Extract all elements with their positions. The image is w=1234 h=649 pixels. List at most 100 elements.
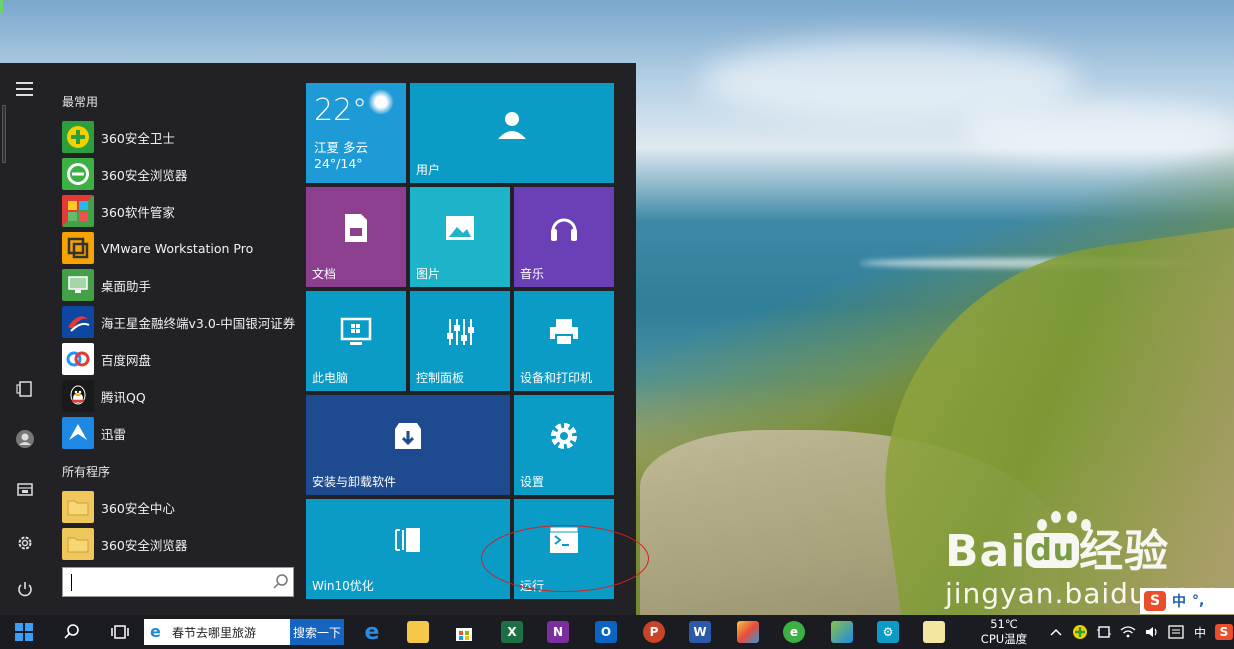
tray-360-icon[interactable] [1070,615,1090,649]
address-bar-text: 春节去哪里旅游 [172,625,257,640]
taskbar-360-browser[interactable]: e [774,615,814,649]
ime-mode-chinese[interactable]: 中 [1172,591,1186,611]
pictures-tile-label: 图片 [416,267,441,281]
user-avatar-icon[interactable] [15,429,35,449]
cpu-temperature-widget[interactable]: 51℃ CPU温度 [975,617,1033,649]
app-vmware-workstation[interactable]: VMware Workstation Pro [62,231,298,265]
tray-ime-indicator[interactable]: 中 [1190,615,1210,649]
taskbar-onenote[interactable]: N [538,615,578,649]
hamburger-menu-icon[interactable] [15,79,35,99]
tray-sogou-icon[interactable]: S [1214,615,1234,649]
ime-punctuation[interactable]: °, [1192,593,1204,609]
power-icon[interactable] [15,579,35,599]
search-icon [64,624,79,639]
search-icon[interactable] [269,570,293,594]
start-search-box[interactable] [62,567,294,597]
printer-icon [514,291,614,373]
task-view-button[interactable] [100,615,140,649]
control-panel-tile[interactable]: 控制面板 [410,291,510,391]
360-safe-guard-icon [62,121,94,153]
this-pc-tile[interactable]: 此电脑 [306,291,406,391]
user-tile[interactable]: 用户 [410,83,614,183]
app-icon [831,621,853,643]
app-360-browser-folder[interactable]: 360安全浏览器 [62,527,298,561]
app-360-safe-guard[interactable]: 360安全卫士 [62,120,298,154]
monitor-icon [306,291,406,373]
taskbar-search-button[interactable] [52,615,92,649]
taskbar-settings[interactable]: ⚙ [868,615,908,649]
tray-chevron-up-icon[interactable] [1046,615,1066,649]
install-uninstall-tile[interactable]: 安装与卸载软件 [306,395,510,495]
xunlei-icon [62,417,94,449]
taskbar-notepad[interactable] [914,615,954,649]
tray-volume-icon[interactable] [1142,615,1162,649]
taskbar-app-green[interactable] [822,615,862,649]
weather-city: 江夏 多云 [314,140,368,155]
settings-tile[interactable]: 设置 [514,395,614,495]
user-tile-label: 用户 [416,163,441,177]
taskbar-word[interactable]: W [680,615,720,649]
taskbar-store[interactable] [444,615,484,649]
weather-range: 24°/14° [314,156,363,171]
weather-tile[interactable]: 22° 江夏 多云 24°/14° [306,83,406,183]
neptune-finance-icon [62,306,94,338]
devices-printers-tile[interactable]: 设备和打印机 [514,291,614,391]
app-baidu-netdisk[interactable]: 百度网盘 [62,342,298,376]
app-neptune-finance[interactable]: 海王星金融终端v3.0-中国银河证券 [62,305,298,339]
taskbar-paint[interactable] [728,615,768,649]
pictures-tile[interactable]: 图片 [410,187,510,287]
ime-toolbar[interactable]: S 中 °, [1140,588,1234,614]
start-search-input[interactable] [63,569,269,595]
tray-device-icon[interactable] [1094,615,1114,649]
picture-icon [410,187,510,269]
tray-action-center-icon[interactable] [1166,615,1186,649]
start-button[interactable] [4,615,44,649]
tray-wifi-icon[interactable] [1118,615,1138,649]
store-icon [453,621,475,643]
taskbar-address-bar[interactable]: e 春节去哪里旅游 [144,619,290,645]
devices-printers-tile-label: 设备和打印机 [520,371,593,385]
notepad-icon [923,621,945,643]
win10-optimize-tile[interactable]: Win10优化 [306,499,510,599]
tablet-mode-icon[interactable] [15,379,35,399]
most-used-label: 最常用 [62,95,99,109]
powerpoint-icon: P [643,621,665,643]
app-360-security-center-folder[interactable]: 360安全中心 [62,490,298,524]
this-pc-tile-label: 此电脑 [312,371,349,385]
task-view-icon [111,625,129,639]
music-tile-label: 音乐 [520,267,545,281]
taskbar-excel[interactable]: X [492,615,532,649]
documents-tile[interactable]: 文档 [306,187,406,287]
excel-icon: X [501,621,523,643]
music-tile[interactable]: 音乐 [514,187,614,287]
run-tile[interactable]: 运行 [514,499,614,599]
outlook-icon: O [595,621,617,643]
taskbar-edge[interactable]: e [352,615,392,649]
sogou-icon[interactable]: S [1144,591,1166,611]
taskbar-file-explorer[interactable] [398,615,438,649]
app-list: 最常用 360安全卫士 360安全浏览器 360软件管家 VMware Work… [50,63,300,615]
app-tencent-qq[interactable]: 腾讯QQ [62,379,298,413]
app-desktop-assistant[interactable]: 桌面助手 [62,268,298,302]
gear-icon: ⚙ [877,621,899,643]
360-software-manager-icon [62,195,94,227]
word-icon: W [689,621,711,643]
scrollbar-thumb[interactable] [2,105,6,163]
search-go-button[interactable]: 搜索一下 [290,619,344,645]
taskbar-powerpoint[interactable]: P [634,615,674,649]
app-360-browser[interactable]: 360安全浏览器 [62,157,298,191]
paint-palette-icon [737,621,759,643]
all-programs-label: 所有程序 [62,465,111,479]
win10-optimize-icon [306,499,510,581]
app-360-software-manager[interactable]: 360软件管家 [62,194,298,228]
gear-icon[interactable] [15,533,35,553]
app-xunlei[interactable]: 迅雷 [62,416,298,450]
windows-logo-icon [15,623,33,641]
control-panel-tile-label: 控制面板 [416,371,465,385]
baidu-paw-icon [1037,511,1097,531]
start-menu-rail [0,63,50,615]
sun-icon [368,89,394,115]
file-explorer-icon[interactable] [15,479,35,499]
baidu-netdisk-icon [62,343,94,375]
taskbar-outlook[interactable]: O [586,615,626,649]
